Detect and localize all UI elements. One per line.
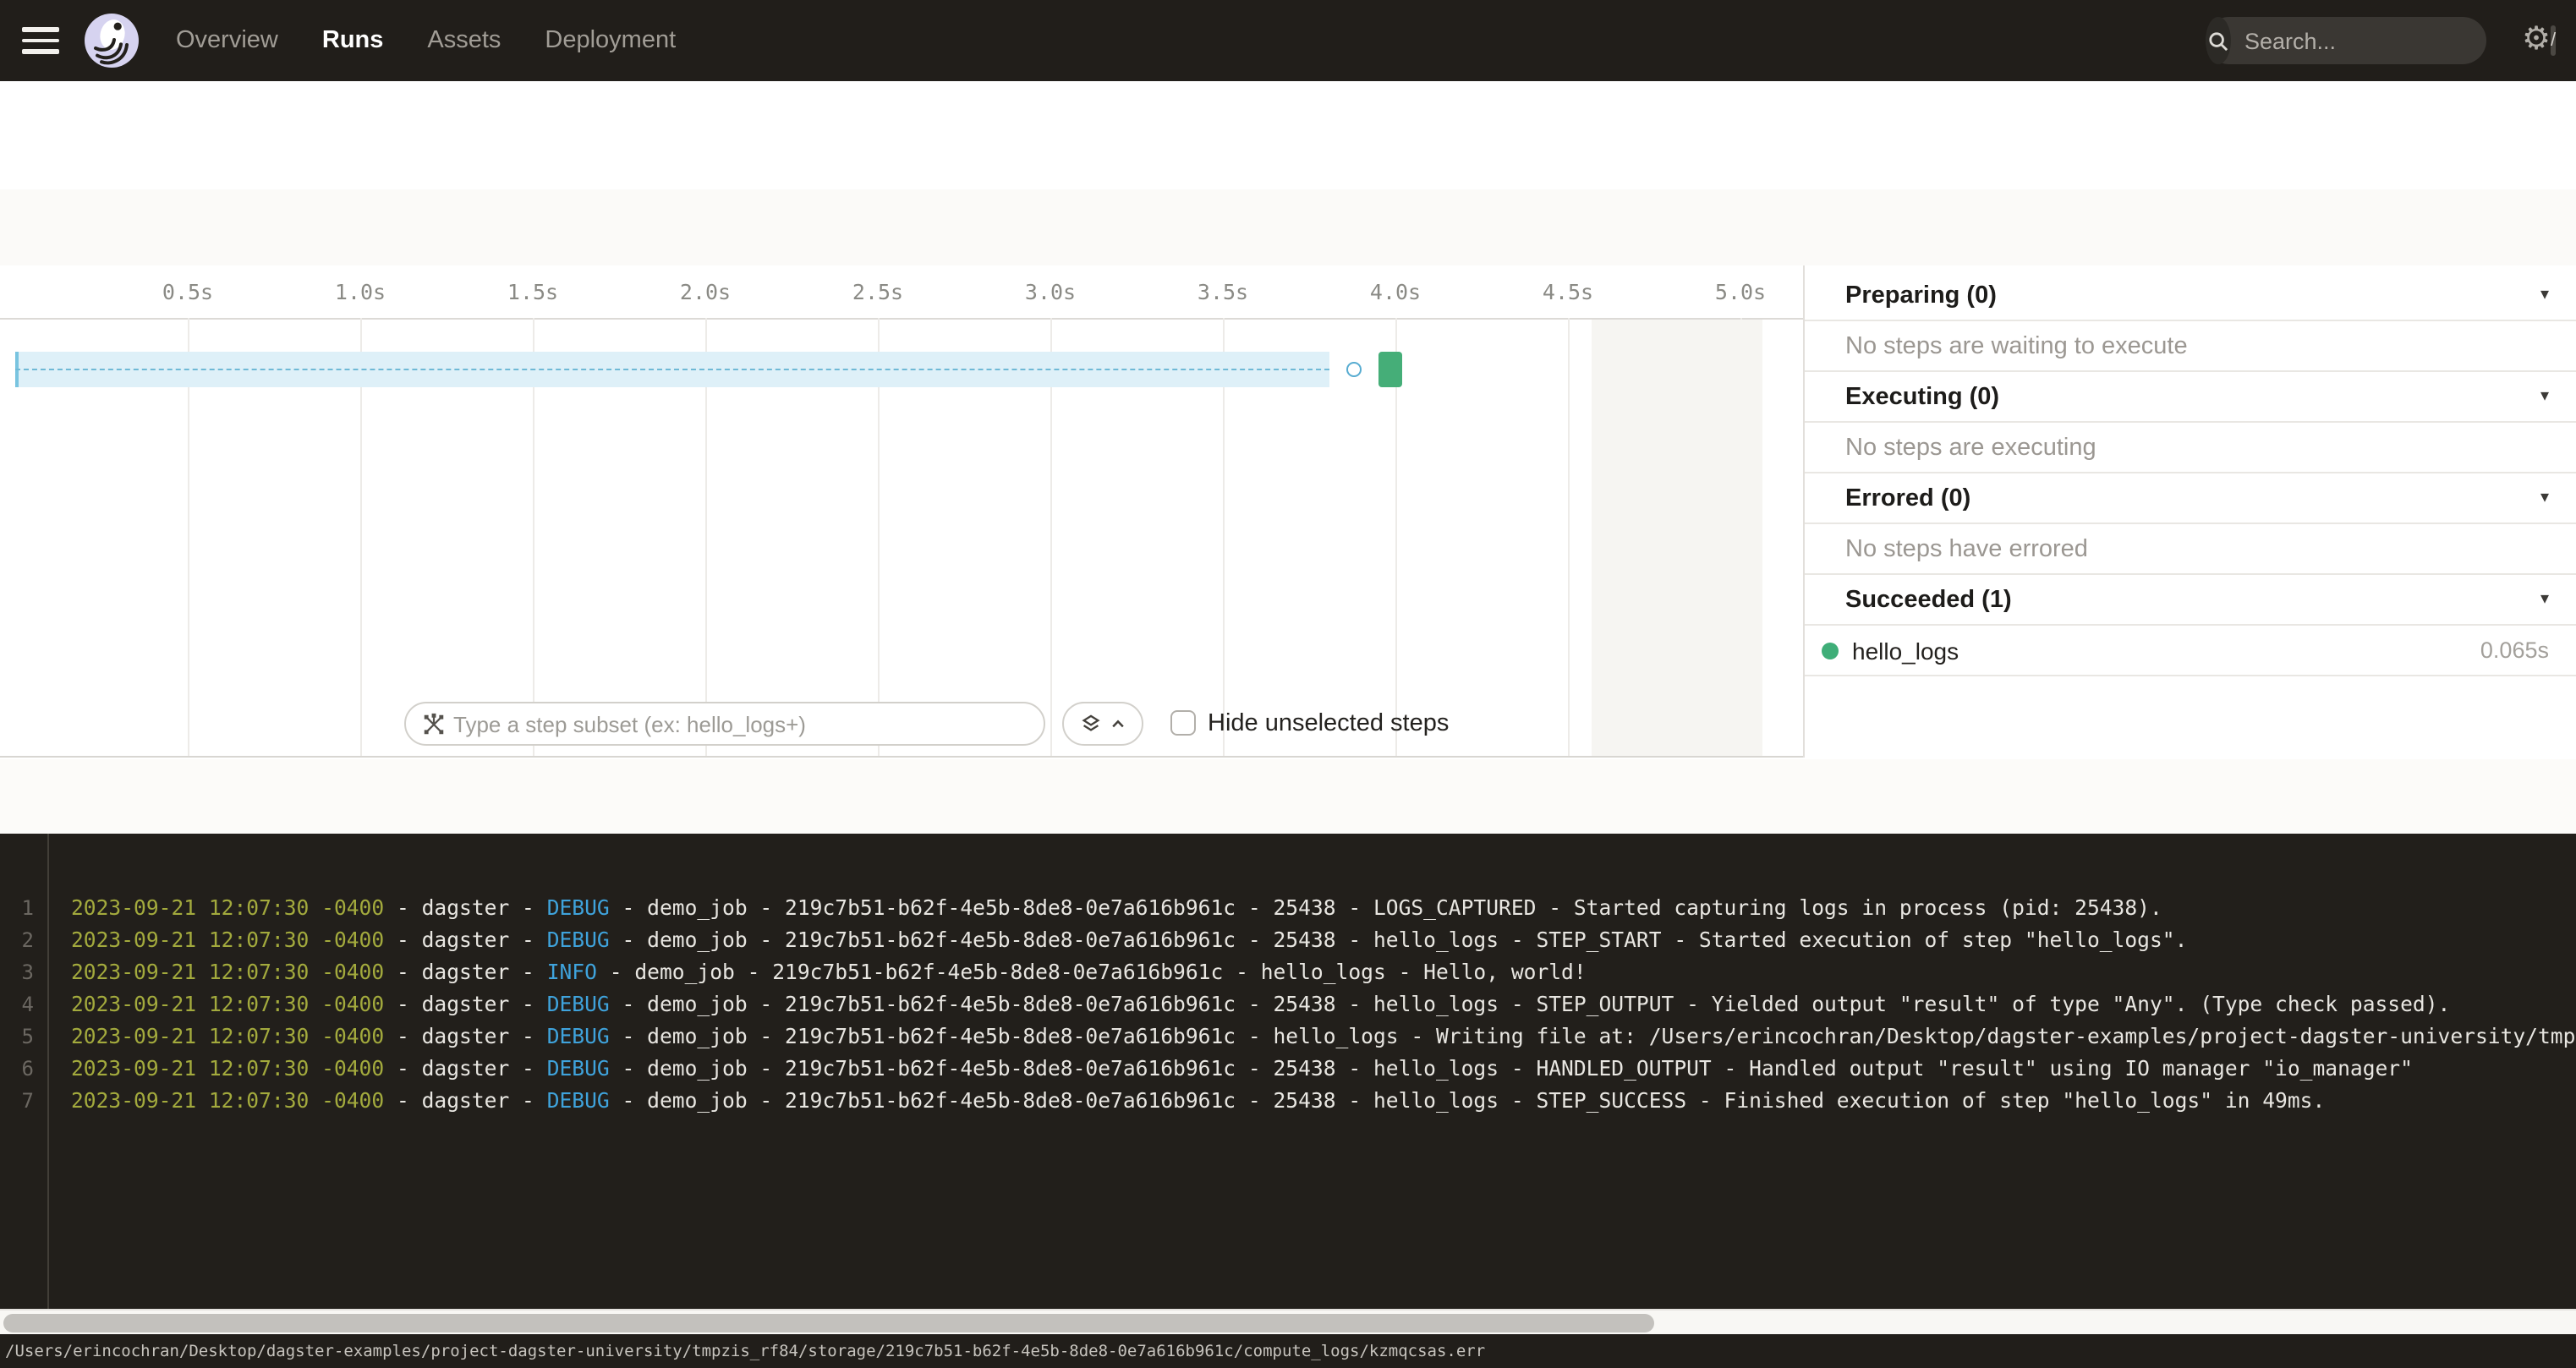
chevron-down-icon[interactable]: ▾ xyxy=(2540,387,2549,406)
log-line: 5 2023-09-21 12:07:30 -0400 - dagster - D… xyxy=(0,1021,2576,1053)
log-line: 7 2023-09-21 12:07:30 -0400 - dagster - D… xyxy=(0,1086,2576,1118)
section-title: Succeeded (1) xyxy=(1845,586,2012,613)
log-line-text: 2023-09-21 12:07:30 -0400 - dagster - IN… xyxy=(71,957,1587,989)
section-header[interactable]: Errored (0) ▾ xyxy=(1805,473,2576,524)
log-path-statusbar: /Users/erincochran/Desktop/dagster-examp… xyxy=(0,1334,2576,1368)
raw-log-output[interactable]: 1 2023-09-21 12:07:30 -0400 - dagster - D… xyxy=(0,834,2576,1309)
graph-query-layers-button[interactable] xyxy=(1062,702,1143,746)
step-duration: 0.065s xyxy=(2480,637,2549,663)
section-empty-row: No steps are waiting to execute xyxy=(1805,321,2576,372)
hamburger-menu-icon[interactable] xyxy=(22,27,59,54)
step-subset-icon xyxy=(421,711,447,736)
log-line-number: 1 xyxy=(0,893,34,925)
section-empty-text: No steps are waiting to execute xyxy=(1845,332,2188,359)
search-icon xyxy=(2206,17,2231,64)
log-line-number: 5 xyxy=(0,1021,34,1053)
after-run-region xyxy=(1592,320,1762,756)
log-line-number: 7 xyxy=(0,1086,34,1118)
log-lines: 1 2023-09-21 12:07:30 -0400 - dagster - D… xyxy=(0,893,2576,1118)
axis-tick-label: 1.0s xyxy=(335,279,386,304)
axis-tick-label: 1.5s xyxy=(507,279,558,304)
log-file-path: /Users/erincochran/Desktop/dagster-examp… xyxy=(0,1342,1485,1360)
axis-gridline xyxy=(1567,318,1569,756)
section-title: Executing (0) xyxy=(1845,383,1999,410)
nav-item-runs[interactable]: Runs xyxy=(322,27,384,54)
log-toolbar: stdoutstderr xyxy=(0,759,2576,834)
step-success-dot xyxy=(1822,642,1839,659)
section-empty-row: No steps have errored xyxy=(1805,524,2576,575)
section-title: Errored (0) xyxy=(1845,484,1970,512)
nav-item-deployment[interactable]: Deployment xyxy=(545,27,676,54)
top-nav: Overview Runs Assets Deployment / ⚙ xyxy=(0,0,2576,81)
log-line-text: 2023-09-21 12:07:30 -0400 - dagster - DE… xyxy=(71,925,2187,957)
axis-tick-label: 5.0s xyxy=(1715,279,1766,304)
log-line-text: 2023-09-21 12:07:30 -0400 - dagster - DE… xyxy=(71,893,2162,925)
run-header: 219c7b51 Success Run of demo_job @ 4f105… xyxy=(0,81,2576,191)
log-line: 4 2023-09-21 12:07:30 -0400 - dagster - D… xyxy=(0,989,2576,1021)
axis-tick-label: 2.0s xyxy=(680,279,731,304)
step-success-bar[interactable] xyxy=(1378,352,1402,387)
step-waiting-dashed-line xyxy=(15,369,1329,370)
axis-line xyxy=(0,318,1803,320)
axis-tick-label: 0.5s xyxy=(162,279,213,304)
log-line-text: 2023-09-21 12:07:30 -0400 - dagster - DE… xyxy=(71,1086,2325,1118)
nav-item-overview[interactable]: Overview xyxy=(176,27,278,54)
step-marker-dot[interactable] xyxy=(1346,362,1362,377)
dagster-run-page: Overview Runs Assets Deployment / ⚙ 219c7b5… xyxy=(0,0,2576,1368)
chevron-down-icon[interactable]: ▾ xyxy=(2540,590,2549,609)
chevron-down-icon[interactable]: ▾ xyxy=(2540,286,2549,304)
step-row[interactable]: hello_logs 0.065s xyxy=(1805,626,2576,676)
nav-item-assets[interactable]: Assets xyxy=(427,27,501,54)
log-line-text: 2023-09-21 12:07:30 -0400 - dagster - DE… xyxy=(71,989,2450,1021)
log-line: 6 2023-09-21 12:07:30 -0400 - dagster - D… xyxy=(0,1053,2576,1086)
log-line: 3 2023-09-21 12:07:30 -0400 - dagster - I… xyxy=(0,957,2576,989)
section-empty-text: No steps are executing xyxy=(1845,434,2096,461)
horizontal-scrollbar-thumb[interactable] xyxy=(3,1314,1654,1332)
axis-tick-label: 3.0s xyxy=(1025,279,1076,304)
log-line: 2 2023-09-21 12:07:30 -0400 - dagster - D… xyxy=(0,925,2576,957)
log-line-number: 4 xyxy=(0,989,34,1021)
search-box[interactable]: / xyxy=(2206,17,2486,64)
section-empty-row: No steps are executing xyxy=(1805,423,2576,473)
gantt-toolbar: Hide not started steps Re-e xyxy=(0,189,2576,265)
axis-tick-label: 3.5s xyxy=(1198,279,1248,304)
section-header[interactable]: Preparing (0) ▾ xyxy=(1805,271,2576,321)
axis-tick-label: 2.5s xyxy=(852,279,903,304)
hide-unselected-checkbox[interactable] xyxy=(1170,710,1196,736)
search-shortcut-key: / xyxy=(2551,25,2556,56)
horizontal-scrollbar[interactable] xyxy=(0,1309,2576,1334)
step-status-panel: Preparing (0) ▾ No steps are waiting to ex… xyxy=(1803,265,2576,758)
axis-tick-label: 4.0s xyxy=(1370,279,1421,304)
section-title: Preparing (0) xyxy=(1845,282,1997,309)
search-input[interactable] xyxy=(2231,28,2551,53)
log-line-number: 3 xyxy=(0,957,34,989)
chevron-down-icon[interactable]: ▾ xyxy=(2540,489,2549,507)
section-header[interactable]: Executing (0) ▾ xyxy=(1805,372,2576,423)
log-line-number: 6 xyxy=(0,1053,34,1086)
section-header[interactable]: Succeeded (1) ▾ xyxy=(1805,575,2576,626)
layers-icon xyxy=(1079,712,1103,736)
log-line-text: 2023-09-21 12:07:30 -0400 - dagster - DE… xyxy=(71,1021,2576,1053)
axis-tick-label: 4.5s xyxy=(1543,279,1593,304)
settings-gear-icon[interactable]: ⚙ xyxy=(2522,22,2551,59)
step-subset-input[interactable] xyxy=(447,711,1044,736)
nav-links: Overview Runs Assets Deployment xyxy=(176,0,676,81)
log-line-number: 2 xyxy=(0,925,34,957)
log-line: 1 2023-09-21 12:07:30 -0400 - dagster - D… xyxy=(0,893,2576,925)
hide-unselected-label: Hide unselected steps xyxy=(1208,710,1449,737)
dagster-logo-icon[interactable] xyxy=(85,14,139,68)
caret-up-icon xyxy=(1110,715,1126,732)
section-empty-text: No steps have errored xyxy=(1845,535,2088,562)
step-name[interactable]: hello_logs xyxy=(1852,637,1959,664)
log-line-text: 2023-09-21 12:07:30 -0400 - dagster - DE… xyxy=(71,1053,2413,1086)
step-subset-inputwrap xyxy=(404,702,1045,746)
